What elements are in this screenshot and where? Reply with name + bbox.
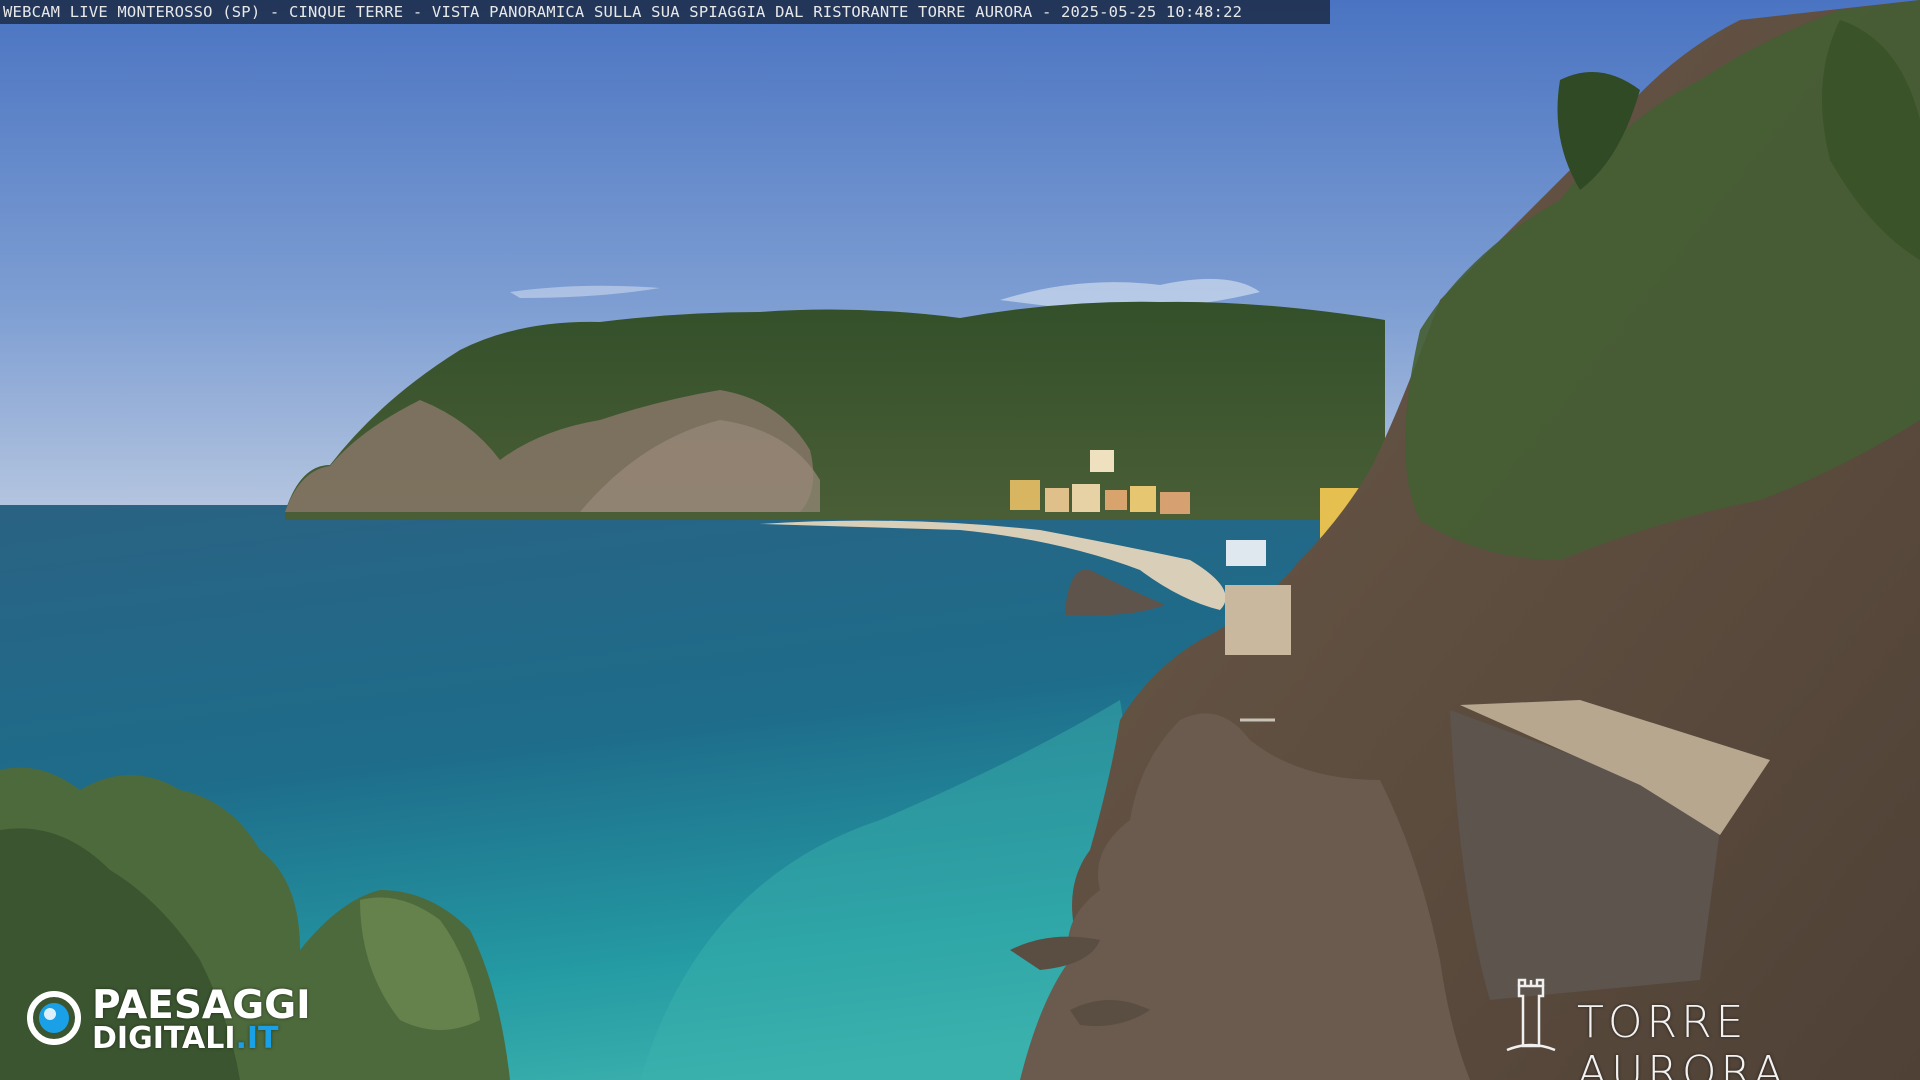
- webcam-frame: WEBCAM LIVE MONTEROSSO (SP) - CINQUE TER…: [0, 0, 1920, 1080]
- webcam-caption: WEBCAM LIVE MONTEROSSO (SP) - CINQUE TER…: [0, 0, 1330, 24]
- landscape-scene: [0, 0, 1920, 1080]
- eye-logo-icon: [27, 991, 81, 1045]
- logo-text-main: DIGITALI: [92, 1021, 236, 1056]
- paesaggi-digitali-logo: PAESAGGI DIGITALI.IT: [26, 986, 326, 1056]
- tower-logo-icon: [1506, 978, 1556, 1052]
- logo-text-tld: .IT: [235, 1021, 279, 1056]
- logo-text-top: PAESAGGI: [92, 983, 311, 1028]
- logo-text-bottom: DIGITALI.IT: [92, 1023, 279, 1055]
- torre-aurora-logo: TORRE AURORA: [1505, 976, 1905, 1080]
- restaurant-name: TORRE AURORA: [1577, 997, 1788, 1080]
- tower-box: [1225, 585, 1291, 655]
